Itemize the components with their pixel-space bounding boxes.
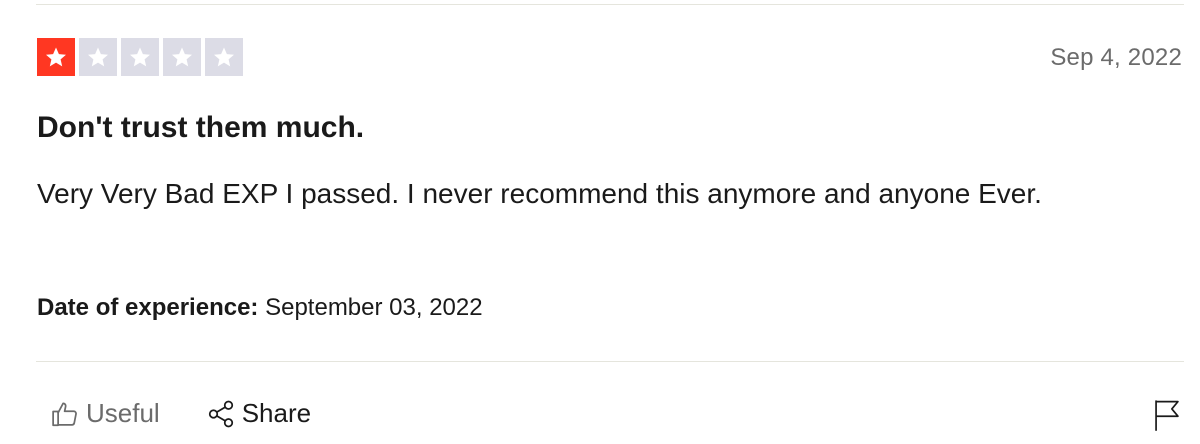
top-divider	[36, 4, 1184, 5]
review-body: Very Very Bad EXP I passed. I never reco…	[37, 178, 1042, 209]
star-1	[37, 38, 75, 76]
useful-button[interactable]: Useful	[50, 398, 160, 429]
date-of-experience: Date of experience: September 03, 2022	[37, 294, 483, 322]
bottom-divider	[36, 361, 1184, 362]
star-icon	[172, 47, 192, 67]
star-3	[121, 38, 159, 76]
useful-label: Useful	[86, 398, 160, 428]
star-icon	[88, 47, 108, 67]
star-icon	[46, 47, 66, 67]
star-rating	[37, 38, 243, 76]
flag-icon[interactable]	[1152, 398, 1182, 432]
star-4	[163, 38, 201, 76]
star-icon	[130, 47, 150, 67]
review-date: Sep 4, 2022	[1050, 44, 1182, 71]
review-title: Don't trust them much.	[37, 111, 365, 144]
experience-date: September 03, 2022	[265, 294, 483, 321]
share-icon	[208, 400, 233, 427]
star-5	[205, 38, 243, 76]
review-card: Sep 4, 2022 Don't trust them much. Very …	[0, 0, 1200, 444]
star-icon	[214, 47, 234, 67]
share-label: Share	[241, 398, 312, 428]
experience-label: Date of experience:	[37, 294, 259, 321]
review-actions: Useful Share	[50, 398, 311, 429]
star-2	[79, 38, 117, 76]
share-button[interactable]: Share	[206, 398, 311, 429]
thumbs-up-icon	[52, 402, 77, 426]
